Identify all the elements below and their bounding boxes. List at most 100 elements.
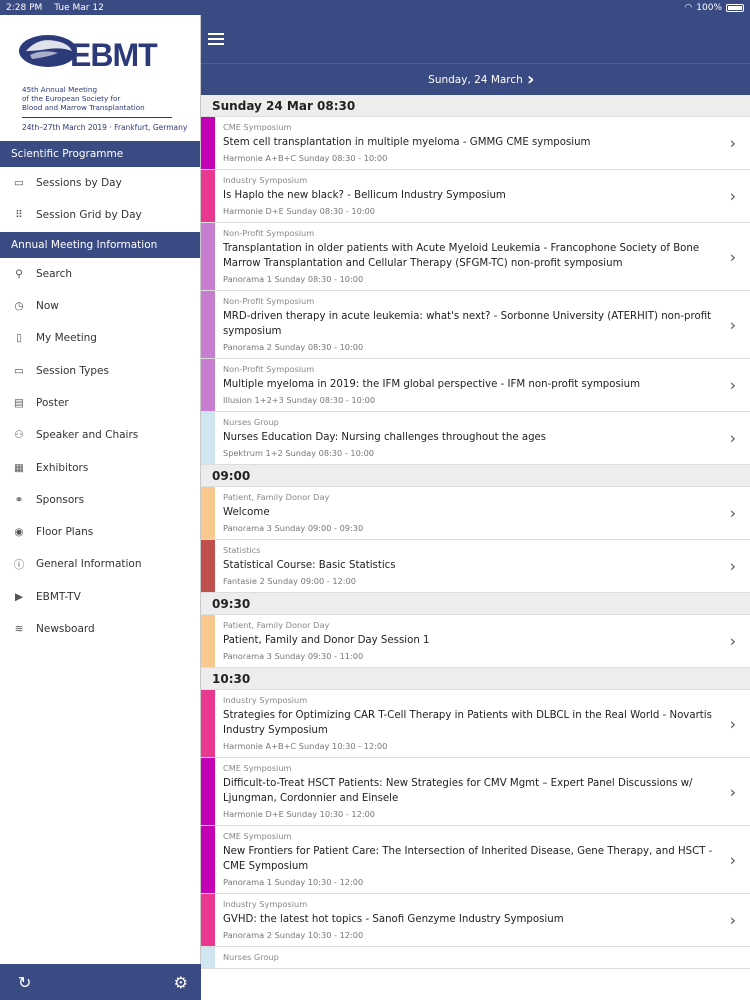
sidebar-item-newsboard[interactable]: ≋ Newsboard (0, 613, 200, 645)
session-title: MRD-driven therapy in acute leukemia: wh… (223, 311, 712, 337)
grid-icon: ⠿ (15, 209, 23, 222)
session-code-tag: IS1 (201, 117, 215, 169)
sidebar-item-floor-plans[interactable]: ◉ Floor Plans (0, 516, 200, 548)
session-code-tag: IS3 (201, 223, 215, 290)
status-time: 2:28 PM (6, 2, 43, 13)
time-group-header: Sunday 24 Mar 08:30 (201, 95, 750, 117)
session-row[interactable]: PFD1 Patient, Family Donor Day Patient, Fa… (201, 615, 750, 668)
session-type: Nurses Group (223, 417, 279, 427)
session-row[interactable]: IS3 Non-Profit Symposium Transplantation i… (201, 223, 750, 291)
sidebar-item-general-information[interactable]: ⓘ General Information (0, 548, 200, 580)
session-type: Non-Profit Symposium (223, 296, 315, 306)
chevron-right-icon: › (729, 186, 736, 206)
time-group-header: 10:30 (201, 668, 750, 690)
session-row[interactable]: IS1 CME Symposium Stem cell transplantatio… (201, 117, 750, 170)
session-type: CME Symposium (223, 122, 292, 132)
sidebar-item-ebmt-tv[interactable]: ▶ EBMT-TV (0, 581, 200, 613)
clock-icon: ◷ (14, 300, 24, 313)
sidebar-item-label: Session Grid by Day (36, 209, 142, 222)
session-title: Is Haplo the new black? - Bellicum Indus… (223, 190, 506, 201)
settings-gear-icon[interactable]: ⚙ (174, 973, 188, 992)
sidebar-item-now[interactable]: ◷ Now (0, 290, 200, 322)
sidebar-item-label: Newsboard (36, 623, 95, 635)
session-type: Non-Profit Symposium (223, 364, 315, 374)
session-row[interactable]: NG01 Nurses Group Nurses Education Day: Nu… (201, 412, 750, 465)
sidebar-item-exhibitors[interactable]: ▦ Exhibitors (0, 451, 200, 483)
section-header-annual-meeting: Annual Meeting Information (0, 231, 200, 258)
menu-icon[interactable] (208, 33, 224, 45)
session-title: Welcome (223, 507, 270, 518)
session-row[interactable]: IS9 Industry Symposium GVHD: the latest ho… (201, 894, 750, 947)
session-row[interactable]: IS4 Non-Profit Symposium MRD-driven therap… (201, 291, 750, 359)
session-location-time: Spektrum 1+2 Sunday 08:30 - 10:00 (223, 448, 374, 458)
chevron-right-icon: › (729, 631, 736, 651)
wifi-icon: ◠ (684, 2, 693, 13)
sidebar-item-label: Search (36, 267, 73, 280)
session-code-tag: PFD1 (201, 615, 215, 667)
session-row[interactable]: Stat1 Statistics Statistical Course: Basic… (201, 540, 750, 593)
session-code-tag: IS8 (201, 826, 215, 893)
session-row[interactable]: IS5 Non-Profit Symposium Multiple myeloma … (201, 359, 750, 412)
sidebar-item-sessions-by-day[interactable]: ▭ Sessions by Day (0, 167, 200, 199)
session-location-time: Harmonie D+E Sunday 08:30 - 10:00 (223, 206, 376, 216)
session-row[interactable]: Nurses Group (201, 947, 750, 969)
status-bar: 2:28 PM Tue Mar 12 ◠ 100% (0, 0, 750, 15)
refresh-icon[interactable]: ↻ (18, 973, 31, 992)
logo-wordmark: EBMT (70, 37, 158, 73)
sidebar-item-my-meeting[interactable]: ▯ My Meeting (0, 322, 200, 354)
session-type: Non-Profit Symposium (223, 228, 315, 238)
chevron-right-icon: › (729, 910, 736, 930)
chevron-right-icon: › (729, 247, 736, 266)
chevron-right-icon: › (729, 315, 736, 334)
session-row[interactable]: IS2 Industry Symposium Is Haplo the new bl… (201, 170, 750, 223)
sidebar-item-sponsors[interactable]: ⚭ Sponsors (0, 484, 200, 516)
battery-percent: 100% (696, 2, 722, 13)
sidebar-item-label: Now (36, 300, 59, 313)
section-header-scientific: Scientific Programme (0, 141, 200, 167)
sidebar-item-search[interactable]: ⚲ Search (0, 258, 200, 290)
logo-divider (22, 117, 172, 118)
session-row[interactable]: PFD0 Patient, Family Donor Day Welcome Pano… (201, 487, 750, 540)
chevron-right-icon: › (729, 556, 736, 576)
session-row[interactable]: IS7 CME Symposium Difficult-to-Treat HSCT … (201, 758, 750, 826)
sidebar-item-label: General Information (36, 558, 142, 571)
session-title: Patient, Family and Donor Day Session 1 (223, 635, 430, 646)
compass-icon: ◉ (14, 526, 24, 539)
ebmt-logo: EBMT 45th Annual Meeting of the European… (0, 15, 200, 141)
session-location-time: Fantasie 2 Sunday 09:00 - 12:00 (223, 576, 356, 586)
sidebar-item-session-grid-by-day[interactable]: ⠿ Session Grid by Day (0, 199, 200, 231)
session-title: Strategies for Optimizing CAR T-Cell The… (223, 710, 712, 736)
session-type: CME Symposium (223, 831, 292, 841)
session-type: CME Symposium (223, 763, 292, 773)
calendar-icon: ▭ (14, 177, 24, 190)
date-navigator: Sunday, 24 March › (201, 63, 750, 95)
session-title: New Frontiers for Patient Care: The Inte… (223, 846, 713, 872)
people-icon: ⚇ (14, 429, 24, 442)
session-code-tag: Stat1 (201, 540, 215, 592)
sidebar-item-label: Poster (36, 396, 69, 409)
bookmark-icon: ▯ (16, 332, 22, 345)
session-title: Nurses Education Day: Nursing challenges… (223, 432, 547, 443)
session-type: Patient, Family Donor Day (223, 620, 330, 630)
session-type: Industry Symposium (223, 695, 308, 705)
sidebar-item-poster[interactable]: ▤ Poster (0, 387, 200, 419)
sidebar-item-label: EBMT-TV (36, 590, 81, 603)
sidebar-item-label: Floor Plans (36, 526, 94, 539)
rss-icon: ≋ (14, 623, 24, 635)
session-list: Sunday 24 Mar 08:30IS1 CME Symposium Stem … (201, 95, 750, 969)
sidebar-item-session-types[interactable]: ▭ Session Types (0, 354, 200, 386)
session-location-time: Panorama 1 Sunday 08:30 - 10:00 (223, 274, 364, 284)
session-type: Patient, Family Donor Day (223, 492, 330, 502)
session-row[interactable]: IS6 Industry Symposium Strategies for Opti… (201, 690, 750, 758)
session-location-time: Harmonie D+E Sunday 10:30 - 12:00 (223, 809, 376, 819)
next-day-chevron-icon[interactable]: › (527, 69, 534, 90)
sidebar: EBMT 45th Annual Meeting of the European… (0, 15, 201, 1000)
session-type: Industry Symposium (223, 175, 308, 185)
sidebar-item-speaker-and-chairs[interactable]: ⚇ Speaker and Chairs (0, 419, 200, 451)
chevron-right-icon: › (729, 782, 736, 801)
main-panel: Sunday, 24 March › Sunday 24 Mar 08:30IS… (201, 15, 750, 1000)
session-row[interactable]: IS8 CME Symposium New Frontiers for Patien… (201, 826, 750, 894)
sidebar-item-label: Session Types (36, 364, 109, 377)
status-date: Tue Mar 12 (54, 2, 104, 13)
session-title: Difficult-to-Treat HSCT Patients: New St… (223, 778, 693, 804)
